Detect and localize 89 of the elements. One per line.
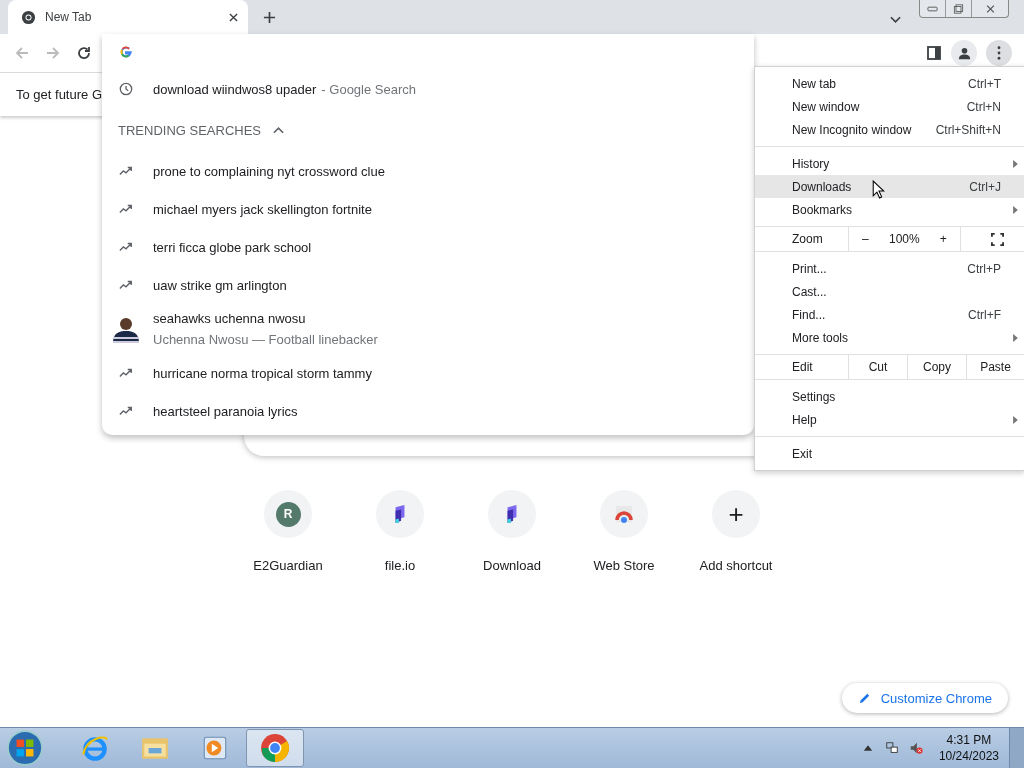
fullscreen-icon xyxy=(991,232,1004,246)
tab-title: New Tab xyxy=(45,10,93,24)
trending-icon xyxy=(119,366,133,380)
browser-tab[interactable]: New Tab xyxy=(8,0,248,34)
start-button[interactable] xyxy=(6,729,44,767)
trending-icon xyxy=(119,278,133,292)
suggestion-text: michael myers jack skellington fortnite xyxy=(153,201,372,217)
edit-button[interactable]: Copy xyxy=(908,355,967,379)
chrome-icon xyxy=(21,9,36,25)
suggestion-source: - Google Search xyxy=(321,81,416,97)
suggestion-row[interactable]: prone to complaining nyt crossword clue xyxy=(102,152,754,190)
shortcut-tile[interactable]: file.io xyxy=(344,490,456,573)
web-store-icon xyxy=(614,504,634,524)
customize-chrome-button[interactable]: Customize Chrome xyxy=(841,683,1008,713)
side-panel-icon[interactable] xyxy=(926,45,942,61)
menu-item[interactable]: History xyxy=(755,152,1024,175)
taskbar-app[interactable] xyxy=(246,729,304,767)
add-shortcut-glyph: + xyxy=(728,501,744,527)
close-icon xyxy=(984,3,996,14)
shortcut-tile[interactable]: + Add shortcut xyxy=(680,490,792,573)
menu-item[interactable]: Print... Ctrl+P xyxy=(755,257,1024,280)
restore-icon xyxy=(953,3,964,14)
menu-item[interactable]: New tab Ctrl+T xyxy=(755,72,1024,95)
muted-speaker-icon[interactable] xyxy=(908,741,923,755)
suggestion-text: hurricane norma tropical storm tammy xyxy=(153,365,372,381)
menu-icon xyxy=(997,46,1001,60)
suggestion-detail: Uchenna Nwosu — Football linebacker xyxy=(153,332,378,347)
suggestion-text: uaw strike gm arlington xyxy=(153,277,287,293)
suggestion-row[interactable]: download wiindwos8 upader - Google Search xyxy=(102,70,754,108)
shortcut-label: Download xyxy=(483,558,541,573)
trending-icon xyxy=(119,404,133,418)
shortcut-label: E2Guardian xyxy=(253,558,323,573)
close-icon[interactable] xyxy=(229,12,238,22)
shortcut-tile[interactable]: Web Store xyxy=(568,490,680,573)
edit-label: Edit xyxy=(755,355,849,379)
suggestion-text: heartsteel paranoia lyrics xyxy=(153,403,298,419)
suggestion-row[interactable]: heartsteel paranoia lyrics xyxy=(102,392,754,430)
suggestion-row[interactable]: terri ficca globe park school xyxy=(102,228,754,266)
zoom-level: 100% xyxy=(888,232,920,246)
menu-item[interactable]: Find... Ctrl+F xyxy=(755,303,1024,326)
zoom-in-button[interactable]: + xyxy=(933,232,953,246)
chrome-icon xyxy=(260,733,290,763)
shortcut-label: file.io xyxy=(384,558,416,573)
menu-item[interactable]: Cast... xyxy=(755,280,1024,303)
suggestion-text: prone to complaining nyt crossword clue xyxy=(153,163,385,179)
suggestion-row[interactable]: seahawks uchenna nwosu Uchenna Nwosu — Football linebacker xyxy=(102,304,754,354)
shortcut-label: Add shortcut xyxy=(699,558,773,573)
reload-icon[interactable] xyxy=(76,45,92,61)
menu-item[interactable]: New window Ctrl+N xyxy=(755,95,1024,118)
suggestion-row[interactable]: uaw strike gm arlington xyxy=(102,266,754,304)
pencil-icon xyxy=(857,691,871,705)
zoom-out-button[interactable]: – xyxy=(856,232,875,246)
mouse-cursor-icon xyxy=(872,180,885,199)
edit-button[interactable]: Paste xyxy=(967,355,1024,379)
zoom-label: Zoom xyxy=(755,227,849,251)
clock-date: 10/24/2023 xyxy=(938,748,999,764)
menu-item[interactable]: Exit xyxy=(755,442,1024,465)
google-icon xyxy=(119,45,133,59)
menu-item[interactable]: Help xyxy=(755,408,1024,431)
shortcut-tile[interactable]: R E2Guardian xyxy=(232,490,344,573)
menu-item[interactable]: Bookmarks xyxy=(755,198,1024,221)
clock-icon xyxy=(119,82,133,96)
edit-button[interactable]: Cut xyxy=(849,355,908,379)
menu-item[interactable]: More tools xyxy=(755,326,1024,349)
suggestion-row[interactable]: hurricane norma tropical storm tammy xyxy=(102,354,754,392)
shortcut-label: Web Store xyxy=(593,558,655,573)
person-icon xyxy=(956,45,972,61)
clock-time: 4:31 PM xyxy=(946,732,992,748)
shortcut-tile[interactable]: Download xyxy=(456,490,568,573)
caret-up-icon[interactable] xyxy=(273,126,285,134)
info-bar-text: To get future G xyxy=(16,87,102,102)
trending-icon xyxy=(119,240,133,254)
letter-avatar: R xyxy=(275,501,301,527)
chevron-down-icon[interactable] xyxy=(890,16,901,24)
suggestion-text: download wiindwos8 upader xyxy=(153,81,317,97)
trending-icon xyxy=(119,202,133,216)
profile-button[interactable] xyxy=(951,40,977,66)
menu-item[interactable]: New Incognito window Ctrl+Shift+N xyxy=(755,118,1024,141)
section-heading: TRENDING SEARCHES xyxy=(118,122,262,138)
trending-icon xyxy=(119,164,133,178)
browser-e-icon xyxy=(80,733,110,763)
menu-item[interactable]: Settings xyxy=(755,385,1024,408)
suggestion-row[interactable]: michael myers jack skellington fortnite xyxy=(102,190,754,228)
menu-item[interactable]: Downloads Ctrl+J xyxy=(755,175,1024,198)
menu-button[interactable] xyxy=(986,40,1012,66)
suggestion-text: terri ficca globe park school xyxy=(153,239,312,255)
plus-icon[interactable] xyxy=(263,11,276,24)
network-icon[interactable] xyxy=(884,741,899,755)
suggestion-text: seahawks uchenna nwosu xyxy=(153,311,307,326)
